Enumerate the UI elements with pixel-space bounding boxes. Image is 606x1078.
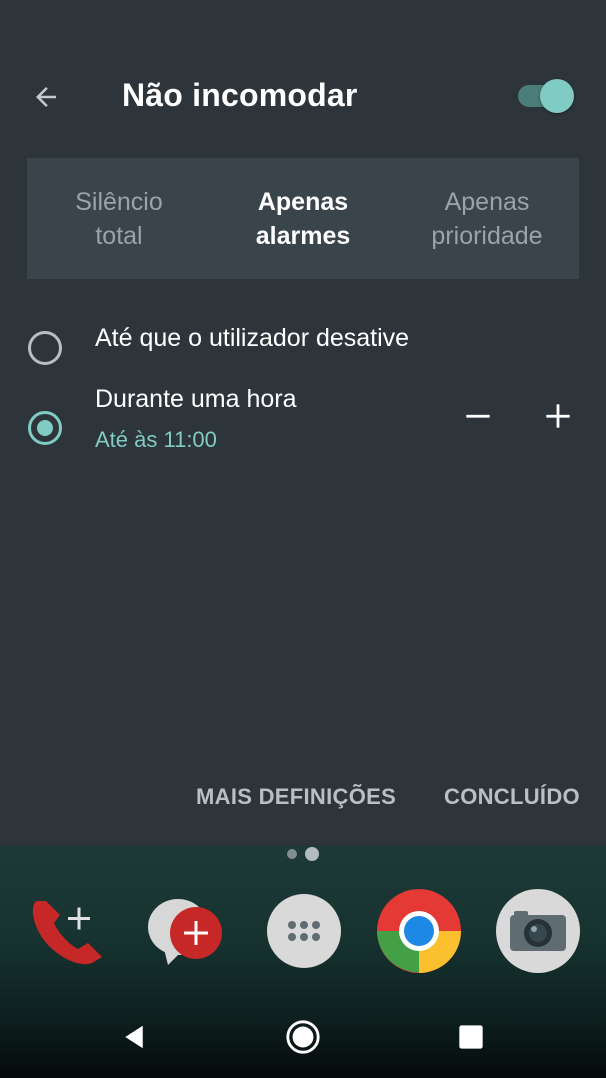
dnd-panel: Não incomodar Silêncio total Apenas alar… — [0, 0, 606, 845]
page-dot-current — [305, 847, 319, 861]
radio-until-off[interactable] — [28, 331, 62, 365]
nav-back-button[interactable] — [112, 1015, 156, 1059]
back-button[interactable] — [22, 73, 70, 121]
back-icon — [125, 1025, 143, 1049]
recents-icon — [459, 1025, 483, 1049]
messages-app[interactable] — [142, 887, 230, 975]
mode-selector: Silêncio total Apenas alarmes Apenas pri… — [27, 158, 579, 279]
page-indicator — [287, 847, 319, 861]
mode-alarms-only[interactable]: Apenas alarmes — [211, 158, 395, 279]
screen: Não incomodar Silêncio total Apenas alar… — [0, 0, 606, 1078]
phone-app[interactable] — [22, 887, 110, 975]
decrease-button[interactable] — [454, 392, 502, 440]
camera-icon — [496, 889, 580, 973]
dnd-toggle[interactable] — [516, 77, 576, 113]
increase-button[interactable] — [534, 392, 582, 440]
dialog-actions: MAIS DEFINIÇÕES CONCLUÍDO — [0, 780, 606, 820]
app-drawer[interactable] — [260, 887, 348, 975]
home-dock — [0, 845, 606, 1078]
page-dot — [287, 849, 297, 859]
nav-recents-button[interactable] — [449, 1015, 493, 1059]
mode-total-silence[interactable]: Silêncio total — [27, 158, 211, 279]
header: Não incomodar — [0, 55, 606, 135]
nav-home-button[interactable] — [281, 1015, 325, 1059]
camera-app[interactable] — [494, 887, 582, 975]
arrow-back-icon — [36, 87, 56, 107]
radio-one-hour[interactable] — [28, 411, 62, 445]
option-one-hour[interactable]: Durante uma hora Até às 11:00 — [0, 382, 606, 462]
page-title: Não incomodar — [122, 77, 358, 113]
navigation-bar — [0, 993, 606, 1078]
chrome-icon — [377, 889, 461, 973]
done-button[interactable]: CONCLUÍDO — [444, 784, 580, 810]
messages-icon — [148, 899, 222, 965]
minus-icon — [466, 414, 490, 418]
home-icon — [286, 1020, 320, 1054]
chrome-app[interactable] — [375, 887, 463, 975]
option-until-off-label: Até que o utilizador desative — [95, 324, 410, 352]
option-until-off[interactable]: Até que o utilizador desative — [0, 320, 606, 380]
option-one-hour-sublabel: Até às 11:00 — [95, 427, 217, 452]
phone-icon — [32, 901, 103, 965]
plus-icon — [546, 404, 570, 428]
app-drawer-icon — [267, 894, 341, 968]
option-one-hour-label: Durante uma hora — [95, 385, 297, 413]
toggle-thumb — [540, 79, 574, 113]
mode-priority-only[interactable]: Apenas prioridade — [395, 158, 579, 279]
more-settings-button[interactable]: MAIS DEFINIÇÕES — [196, 784, 396, 810]
